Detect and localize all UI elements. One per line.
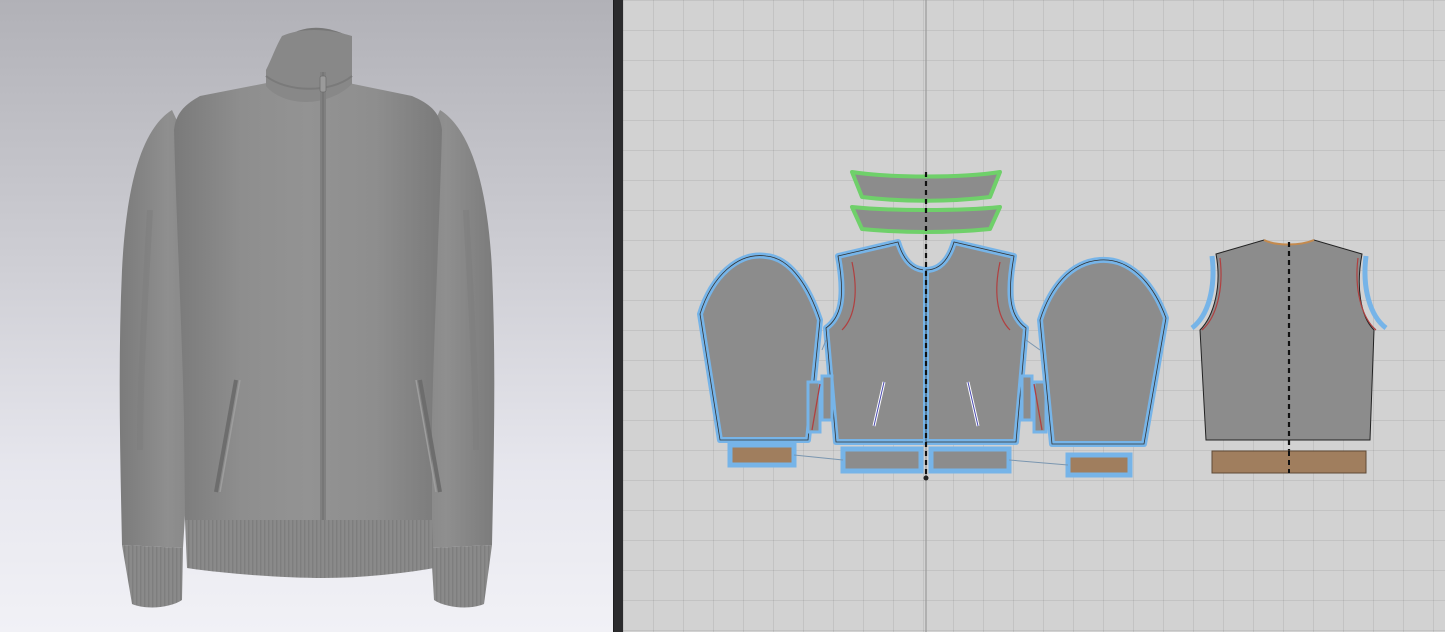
hem-rib-3d bbox=[185, 520, 434, 578]
back-hem-piece[interactable] bbox=[1211, 450, 1367, 474]
front-hem-left-piece[interactable] bbox=[840, 446, 924, 474]
right-cuff-3d bbox=[431, 545, 492, 608]
sewing-line bbox=[1008, 459, 1069, 466]
3d-garment-viewport[interactable] bbox=[0, 0, 613, 632]
app-window bbox=[0, 0, 1445, 632]
zipper-stop-marker bbox=[923, 475, 929, 481]
left-sleeve-piece[interactable] bbox=[697, 252, 823, 443]
sewing-line bbox=[1025, 339, 1041, 351]
zipper-pull-3d bbox=[319, 75, 327, 93]
left-cuff-piece[interactable] bbox=[727, 442, 797, 468]
jacket-3d-render[interactable] bbox=[0, 0, 613, 632]
left-cuff-3d bbox=[122, 545, 183, 608]
collar-3d bbox=[266, 30, 352, 102]
2d-pattern-viewport[interactable] bbox=[623, 0, 1445, 632]
right-cuff-piece[interactable] bbox=[1065, 452, 1133, 478]
welt-strip-right[interactable] bbox=[1020, 374, 1048, 434]
sewing-line bbox=[793, 454, 844, 461]
welt-strip-left[interactable] bbox=[806, 374, 834, 434]
right-sleeve-piece[interactable] bbox=[1037, 256, 1169, 447]
front-left-piece[interactable] bbox=[823, 239, 929, 445]
jacket-body-3d bbox=[174, 80, 442, 520]
back-piece[interactable] bbox=[1190, 239, 1388, 472]
front-right-piece[interactable] bbox=[923, 239, 1029, 445]
pattern-canvas[interactable] bbox=[623, 0, 1445, 632]
front-hem-right-piece[interactable] bbox=[928, 446, 1012, 474]
